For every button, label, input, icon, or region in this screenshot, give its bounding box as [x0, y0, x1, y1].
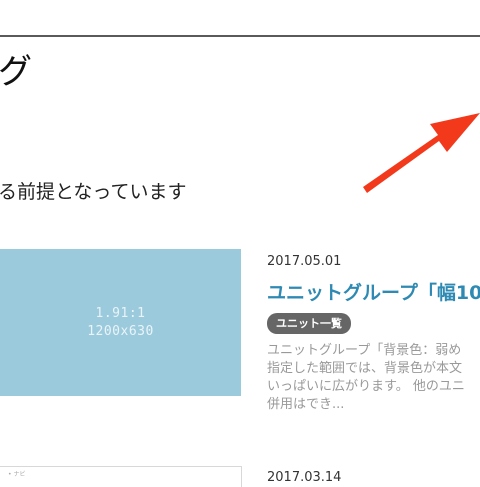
thumbnail-text: • ナビ [8, 471, 26, 478]
card-thumbnail-placeholder[interactable] [0, 249, 241, 396]
category-tag[interactable]: ユニット一覧 [267, 313, 351, 334]
page-description: る前提となっています [0, 181, 187, 203]
card-date: 2017.03.14 [267, 470, 342, 485]
annotation-arrow-icon [363, 113, 480, 193]
excerpt-line: 指定した範囲では、背景色が本文 [267, 361, 463, 376]
thumbnail-size-label: 1200x630 [87, 324, 154, 339]
excerpt-line: 併用はでき... [267, 397, 345, 412]
card-title-link[interactable]: ユニットグループ「幅10 [267, 278, 480, 305]
excerpt-line: ユニットグループ「背景色：弱め [267, 343, 462, 358]
header-divider [0, 35, 480, 37]
card-date: 2017.05.01 [267, 254, 342, 269]
card-excerpt: ユニットグループ「背景色：弱め 指定した範囲では、背景色が本文 いっぱいに広がり… [267, 342, 480, 414]
page-heading: グ [0, 52, 32, 92]
thumbnail-ratio-label: 1.91:1 [95, 306, 146, 321]
card-thumbnail[interactable] [0, 466, 242, 487]
excerpt-line: いっぱいに広がります。 他のユニ [267, 379, 465, 394]
